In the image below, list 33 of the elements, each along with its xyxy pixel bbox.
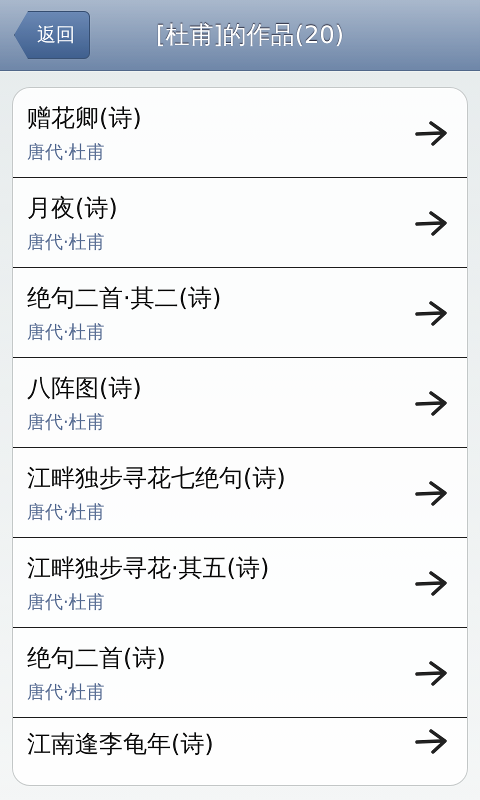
work-item[interactable]: 江畔独步寻花·其五(诗) 唐代·杜甫 — [13, 538, 467, 628]
work-item[interactable]: 八阵图(诗) 唐代·杜甫 — [13, 358, 467, 448]
arrow-icon — [415, 660, 449, 686]
work-title: 月夜(诗) — [27, 192, 119, 224]
work-title: 江南逢李龟年(诗) — [27, 729, 215, 760]
work-title: 八阵图(诗) — [27, 372, 143, 404]
work-item[interactable]: 绝句二首(诗) 唐代·杜甫 — [13, 628, 467, 718]
work-author: 唐代·杜甫 — [27, 680, 106, 704]
work-author: 唐代·杜甫 — [27, 590, 106, 614]
arrow-icon — [415, 120, 449, 146]
arrow-icon — [415, 300, 449, 326]
work-title: 江畔独步寻花七绝句(诗) — [27, 462, 287, 494]
work-author: 唐代·杜甫 — [27, 230, 106, 254]
arrow-icon — [415, 210, 449, 236]
arrow-icon — [415, 570, 449, 596]
work-author: 唐代·杜甫 — [27, 320, 106, 344]
work-item[interactable]: 江畔独步寻花七绝句(诗) 唐代·杜甫 — [13, 448, 467, 538]
page-title: [杜甫]的作品(20) — [156, 20, 345, 51]
work-item[interactable]: 赠花卿(诗) 唐代·杜甫 — [13, 88, 467, 178]
work-item[interactable]: 绝句二首·其二(诗) 唐代·杜甫 — [13, 268, 467, 358]
arrow-icon — [415, 480, 449, 506]
work-title: 江畔独步寻花·其五(诗) — [27, 552, 270, 584]
arrow-icon — [415, 728, 449, 754]
work-title: 赠花卿(诗) — [27, 102, 143, 134]
work-title: 绝句二首(诗) — [27, 642, 167, 674]
work-item[interactable]: 月夜(诗) 唐代·杜甫 — [13, 178, 467, 268]
arrow-icon — [415, 390, 449, 416]
work-author: 唐代·杜甫 — [27, 410, 106, 434]
back-button[interactable]: 返回 — [14, 11, 90, 59]
work-author: 唐代·杜甫 — [27, 500, 106, 524]
work-author: 唐代·杜甫 — [27, 140, 106, 164]
work-item[interactable]: 江南逢李龟年(诗) — [13, 718, 467, 778]
work-title: 绝句二首·其二(诗) — [27, 282, 222, 314]
